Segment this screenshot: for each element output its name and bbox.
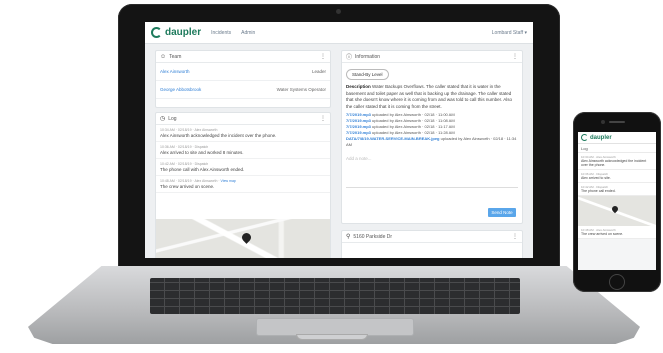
phone-log-text: The phone call ended. bbox=[581, 189, 616, 193]
people-icon: ☺ bbox=[160, 53, 167, 60]
daupler-logo-icon bbox=[151, 27, 162, 38]
location-title: 5160 Parkside Dr bbox=[353, 233, 393, 240]
attachment-detail: uploaded by Alex Ainsworth · 02/18 · 11:… bbox=[372, 124, 455, 129]
information-title: Information bbox=[355, 53, 381, 60]
attachment-link[interactable]: 7/7/2019.mp3 bbox=[346, 118, 371, 123]
info-icon: ⓘ bbox=[346, 55, 353, 61]
attachment-link[interactable]: DATA/7/8/19-WATER-SERVICE-MAIN-BREAK.jpe… bbox=[346, 136, 440, 141]
attachment-detail: uploaded by Alex Ainsworth · 02/18 · 11:… bbox=[372, 112, 455, 117]
team-row[interactable]: Alex Ainsworth Leader bbox=[156, 63, 330, 81]
team-member-name[interactable]: George Abbotsbrook bbox=[160, 87, 201, 92]
team-header: ☺ Team ⋮ bbox=[156, 51, 330, 63]
log-text: Alex Ainsworth acknowledged the incident… bbox=[160, 133, 277, 138]
information-panel: ⓘ Information ⋮ Stand-By Level Descripti… bbox=[341, 50, 523, 224]
phone-log-entry: 10:42 AM · Dispatch The phone call ended… bbox=[578, 183, 656, 196]
phone-speaker bbox=[609, 121, 625, 123]
phone-map[interactable] bbox=[578, 196, 656, 226]
nav-incidents[interactable]: Incidents bbox=[211, 30, 231, 36]
phone-topbar: daupler bbox=[578, 132, 656, 144]
log-text: The phone call with Alex Ainsworth ended… bbox=[160, 167, 245, 172]
log-header: ◷ Log ⋮ bbox=[156, 113, 330, 125]
kebab-menu-icon[interactable]: ⋮ bbox=[320, 53, 326, 60]
user-menu[interactable]: Lombard Staff ▾ bbox=[492, 30, 527, 36]
kebab-menu-icon[interactable]: ⋮ bbox=[512, 233, 518, 240]
phone-log-text: Alex Ainsworth acknowledged the incident… bbox=[581, 159, 647, 167]
phone-log-header: Log bbox=[578, 144, 656, 153]
log-panel: ◷ Log ⋮ 10:34 AM · 02/18/19 · Alex Ainsw… bbox=[155, 112, 331, 258]
keyboard bbox=[150, 278, 520, 314]
daupler-logo-icon bbox=[581, 134, 588, 141]
laptop-camera bbox=[336, 9, 341, 14]
phone-camera bbox=[601, 120, 605, 124]
clock-icon: ◷ bbox=[160, 116, 166, 122]
laptop-screen: daupler Incidents Admin Lombard Staff ▾ … bbox=[145, 22, 533, 258]
log-text: Alex arrived to site and worked 8 minute… bbox=[160, 150, 244, 155]
phone-log-text: The crew arrived on scene. bbox=[581, 232, 624, 236]
log-text: The crew arrived on scene. bbox=[160, 184, 215, 189]
attachment-link[interactable]: 7/7/2019.mp3 bbox=[346, 124, 371, 129]
team-member-name[interactable]: Alex Ainsworth bbox=[160, 69, 190, 74]
log-meta: 10:34 AM · 02/18/19 · Alex Ainsworth bbox=[160, 128, 218, 132]
log-meta-text: 10:48 AM · 02/18/19 · Alex Ainsworth · bbox=[160, 179, 220, 183]
attachment-link[interactable]: 7/7/2019.mp3 bbox=[346, 112, 371, 117]
location-header: ⚲ 5160 Parkside Dr ⋮ bbox=[342, 231, 522, 243]
incident-description: Description Water Backups Overflows. The… bbox=[342, 82, 522, 112]
team-title: Team bbox=[169, 53, 182, 60]
map-pin-icon[interactable] bbox=[240, 231, 253, 244]
phone-log-title: Log bbox=[581, 145, 588, 151]
phone-log-entry: 10:34 AM · Alex Ainsworth Alex Ainsworth… bbox=[578, 153, 656, 170]
team-member-role: Water Systems Operator bbox=[276, 87, 326, 92]
team-member-role: Leader bbox=[311, 69, 326, 74]
log-map[interactable] bbox=[156, 219, 330, 258]
phone-brand-logo[interactable]: daupler bbox=[590, 135, 612, 141]
attachment-row[interactable]: DATA/7/8/19-WATER-SERVICE-MAIN-BREAK.jpe… bbox=[342, 136, 522, 148]
view-map-link[interactable]: View map bbox=[221, 179, 236, 183]
phone-home-button[interactable] bbox=[609, 274, 625, 290]
description-label: Description bbox=[346, 84, 371, 89]
information-header: ⓘ Information ⋮ bbox=[342, 51, 522, 63]
description-text: Water Backups Overflows. The caller stat… bbox=[346, 84, 512, 109]
location-pin-icon: ⚲ bbox=[346, 234, 351, 240]
standby-chip[interactable]: Stand-By Level bbox=[346, 69, 389, 80]
phone-log-text: Alex arrived to site. bbox=[581, 176, 611, 180]
kebab-menu-icon[interactable]: ⋮ bbox=[320, 115, 326, 122]
phone-screen: daupler Log 10:34 AM · Alex Ainsworth Al… bbox=[578, 132, 656, 270]
team-row[interactable]: George Abbotsbrook Water Systems Operato… bbox=[156, 81, 330, 99]
attachment-detail: uploaded by Alex Ainsworth · 02/18 · 11:… bbox=[372, 130, 455, 135]
phone-log-entry: 10:48 AM · Alex Ainsworth The crew arriv… bbox=[578, 226, 656, 239]
kebab-menu-icon[interactable]: ⋮ bbox=[512, 53, 518, 60]
laptop-notch bbox=[296, 334, 368, 340]
map-pin-icon[interactable] bbox=[610, 204, 620, 214]
log-meta: 10:42 AM · 02/18/19 · Dispatch bbox=[160, 162, 209, 166]
app-topbar: daupler Incidents Admin Lombard Staff ▾ bbox=[145, 22, 533, 44]
log-entry: 10:36 AM · 02/18/19 · Dispatch Alex arri… bbox=[156, 142, 330, 159]
log-title: Log bbox=[168, 115, 177, 122]
log-meta: 10:36 AM · 02/18/19 · Dispatch bbox=[160, 145, 209, 149]
log-meta: 10:48 AM · 02/18/19 · Alex Ainsworth · V… bbox=[160, 179, 326, 183]
phone: daupler Log 10:34 AM · Alex Ainsworth Al… bbox=[573, 112, 661, 292]
log-entry: 10:48 AM · 02/18/19 · Alex Ainsworth · V… bbox=[156, 176, 330, 193]
phone-log-entry: 10:36 AM · Dispatch Alex arrived to site… bbox=[578, 170, 656, 183]
log-entry: 10:34 AM · 02/18/19 · Alex Ainsworth Ale… bbox=[156, 125, 330, 142]
nav-admin[interactable]: Admin bbox=[241, 30, 255, 36]
attachment-link[interactable]: 7/7/2019.mp3 bbox=[346, 130, 371, 135]
location-panel: ⚲ 5160 Parkside Dr ⋮ bbox=[341, 230, 523, 258]
brand-logo[interactable]: daupler bbox=[165, 27, 201, 38]
note-input[interactable]: Add a note... bbox=[346, 154, 518, 188]
attachment-detail: uploaded by Alex Ainsworth · 02/18 · 11:… bbox=[372, 118, 455, 123]
send-note-button[interactable]: Send Note bbox=[488, 208, 516, 217]
log-entry: 10:42 AM · 02/18/19 · Dispatch The phone… bbox=[156, 159, 330, 176]
team-panel: ☺ Team ⋮ Alex Ainsworth Leader George Ab… bbox=[155, 50, 331, 108]
